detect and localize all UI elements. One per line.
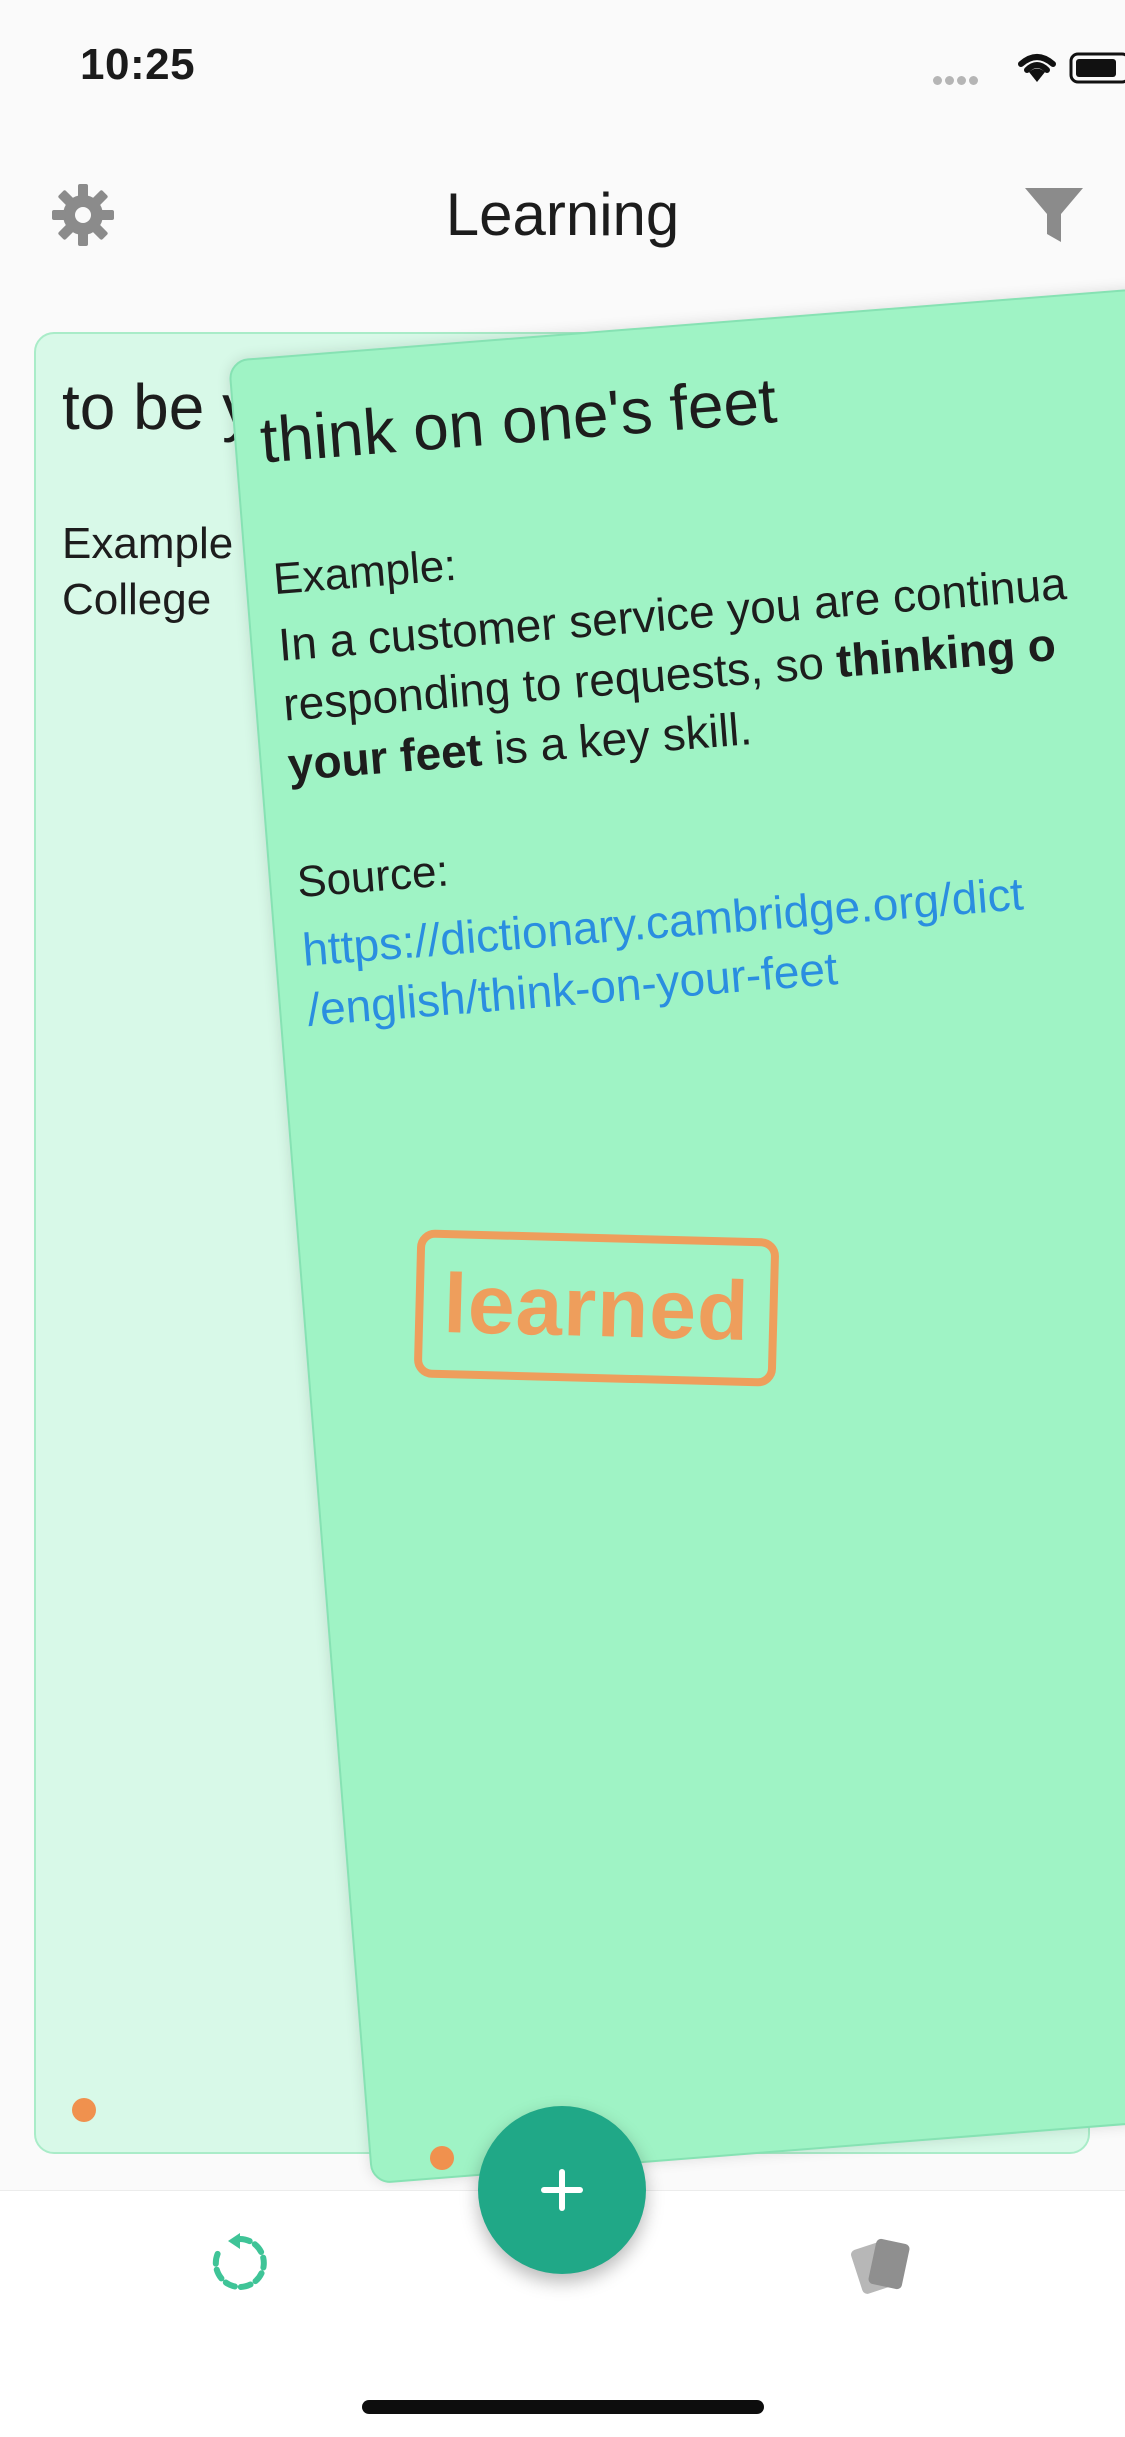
plus-icon xyxy=(541,2169,583,2211)
example-label: Example: xyxy=(271,540,459,605)
example-bold: thinking o xyxy=(834,618,1058,688)
cards-icon[interactable] xyxy=(846,2229,918,2301)
card-title: think on one's feet xyxy=(257,364,780,477)
front-card[interactable]: think on one's feet Example: In a custom… xyxy=(228,267,1125,2185)
example-text-part: is a key skill. xyxy=(479,702,754,776)
source-label: Source: xyxy=(295,846,451,908)
status-dot xyxy=(72,2098,96,2122)
status-dot xyxy=(430,2146,454,2170)
card-stack: to be yo Example College think on one's … xyxy=(0,0,1125,2190)
add-card-button[interactable] xyxy=(478,2106,646,2274)
refresh-icon[interactable] xyxy=(206,2229,274,2297)
example-bold: your feet xyxy=(285,723,484,791)
learned-stamp: learned xyxy=(413,1229,780,1387)
home-indicator xyxy=(362,2400,764,2414)
